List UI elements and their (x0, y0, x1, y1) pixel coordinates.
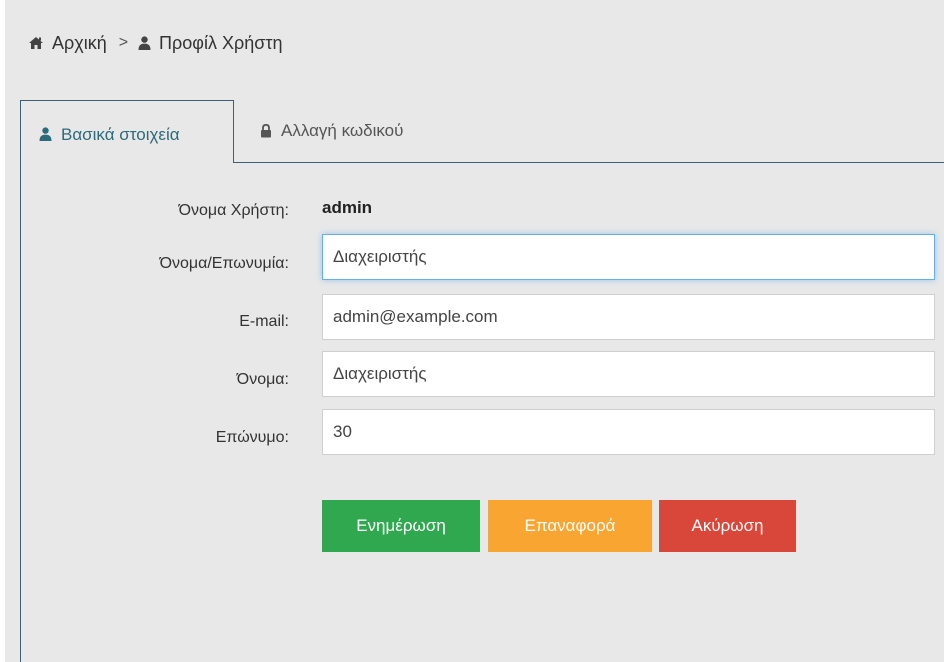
profile-page: Αρχική > Προφίλ Χρήστη Βασικά στοιχεία Α… (0, 0, 944, 662)
cancel-button[interactable]: Ακύρωση (659, 500, 796, 552)
tab-basic-info[interactable]: Βασικά στοιχεία (20, 100, 234, 163)
tabs-divider (234, 162, 944, 163)
home-icon (28, 36, 44, 50)
form-row-lastname: Επώνυμο: (0, 409, 944, 455)
fullname-input[interactable] (322, 234, 935, 280)
lastname-input[interactable] (322, 409, 935, 455)
username-label: Όνομα Χρήστη: (178, 202, 289, 219)
email-input[interactable] (322, 294, 935, 340)
form-row-fullname: Όνομα/Επωνυμία: (0, 234, 944, 280)
user-icon (138, 36, 151, 50)
breadcrumb-current: Προφίλ Χρήστη (138, 33, 282, 54)
form-row-email: E-mail: (0, 294, 944, 340)
lock-icon (260, 124, 272, 138)
form-row-username: Όνομα Χρήστη: admin (0, 188, 944, 234)
tab-change-password-label: Αλλαγή κωδικού (281, 121, 404, 140)
lastname-label: Επώνυμο: (215, 429, 289, 446)
username-value: admin (322, 198, 373, 217)
update-button[interactable]: Ενημέρωση (322, 500, 480, 552)
breadcrumb-home[interactable]: Αρχική (28, 33, 107, 54)
email-label: E-mail: (239, 313, 289, 330)
fullname-label: Όνομα/Επωνυμία: (159, 255, 289, 272)
firstname-label: Όνομα: (236, 371, 289, 388)
reset-button[interactable]: Επαναφορά (488, 500, 652, 552)
breadcrumb-current-label: Προφίλ Χρήστη (159, 32, 283, 53)
tab-basic-info-label: Βασικά στοιχεία (61, 125, 180, 144)
breadcrumb: Αρχική > Προφίλ Χρήστη (28, 32, 282, 54)
tab-change-password[interactable]: Αλλαγή κωδικού (260, 121, 403, 141)
firstname-input[interactable] (322, 351, 935, 397)
breadcrumb-home-label: Αρχική (52, 32, 107, 53)
breadcrumb-separator: > (118, 34, 129, 51)
user-icon (39, 127, 52, 141)
form-row-firstname: Όνομα: (0, 351, 944, 397)
